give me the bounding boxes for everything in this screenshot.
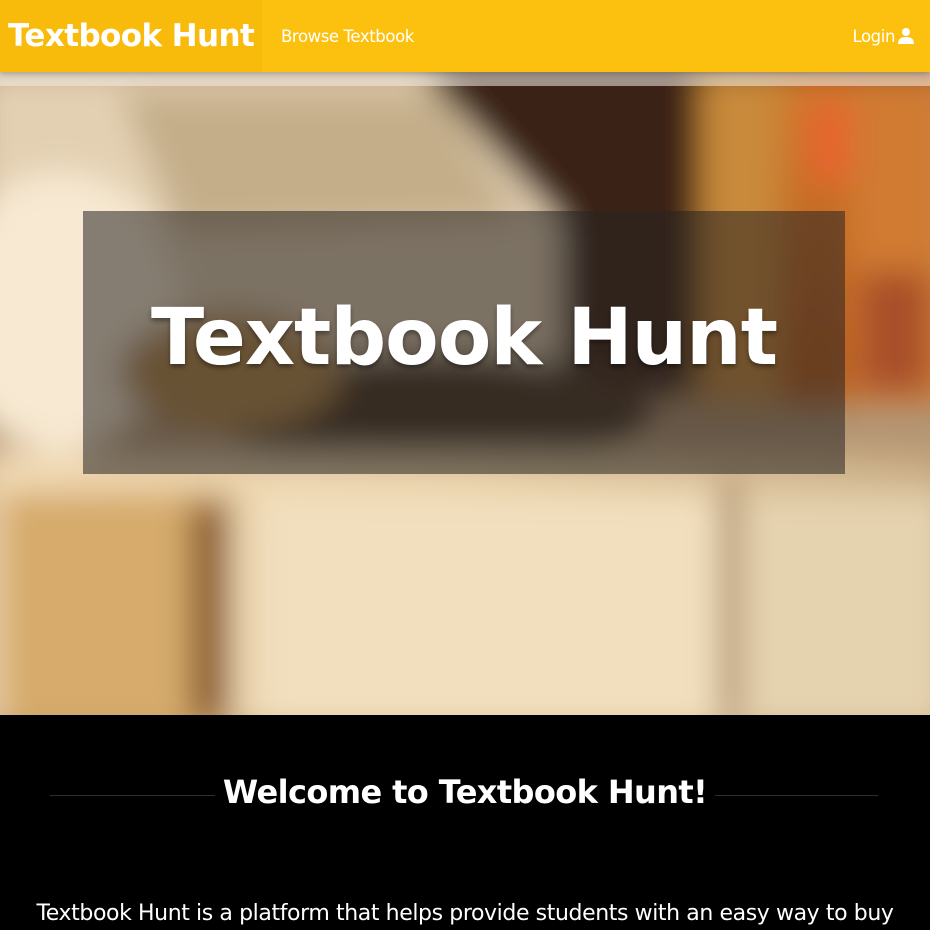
hero-title-box: Textbook Hunt [83, 211, 845, 474]
hero-banner: Textbook Hunt [0, 72, 930, 715]
browse-textbook-link[interactable]: Browse Textbook [281, 0, 414, 72]
hero-title: Textbook Hunt [150, 292, 778, 383]
login-link[interactable]: Login [852, 0, 915, 72]
brand-logo-link[interactable]: Textbook Hunt [0, 0, 262, 72]
welcome-description: Textbook Hunt is a platform that helps p… [36, 901, 894, 926]
login-label: Login [852, 26, 895, 46]
welcome-heading: Welcome to Textbook Hunt! [222, 773, 708, 811]
navbar: Textbook Hunt Browse Textbook Login [0, 0, 930, 72]
welcome-section: Welcome to Textbook Hunt! Textbook Hunt … [0, 715, 930, 930]
user-icon [898, 28, 914, 44]
